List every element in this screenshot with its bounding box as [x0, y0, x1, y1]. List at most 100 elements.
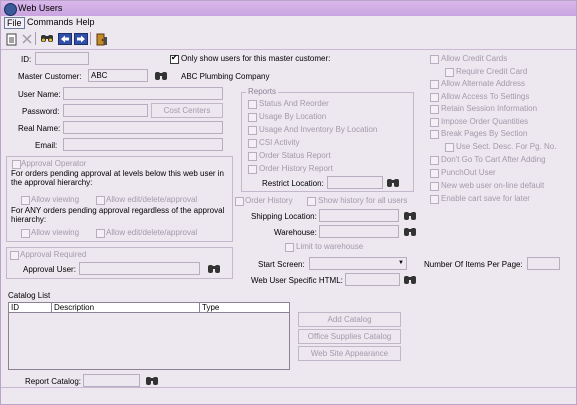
shipping-location-field[interactable] [319, 209, 399, 222]
approval-any-text: For ANY orders pending approval regardle… [11, 206, 225, 224]
start-screen-label: Start Screen: [258, 260, 305, 269]
option-label-7: Break Pages By Section [441, 129, 528, 138]
master-customer-lookup-icon[interactable] [155, 71, 167, 81]
option-checkbox-8[interactable] [445, 143, 454, 152]
column-header-type[interactable]: Type [200, 303, 289, 313]
menu-commands[interactable]: Commands [27, 17, 73, 27]
column-header-id[interactable]: ID [9, 303, 52, 313]
report-catalog-lookup-icon[interactable] [146, 376, 158, 386]
order-history-checkbox[interactable] [235, 197, 244, 206]
exit-door-icon[interactable] [94, 31, 110, 47]
cost-centers-button[interactable]: Cost Centers [151, 103, 223, 118]
restrict-location-lookup-icon[interactable] [387, 178, 399, 188]
items-per-page-label: Number Of Items Per Page: [424, 260, 523, 269]
only-show-checkbox[interactable] [170, 53, 179, 64]
option-label-10: PunchOut User [441, 168, 496, 177]
option-label-5: Retain Session Information [441, 104, 538, 113]
warehouse-lookup-icon[interactable] [404, 227, 416, 237]
master-customer-label: Master Customer: [18, 72, 82, 81]
id-field[interactable] [35, 52, 89, 65]
web-site-appearance-button[interactable]: Web Site Appearance [298, 346, 401, 361]
app-icon [4, 3, 17, 16]
menu-help[interactable]: Help [76, 17, 95, 27]
show-history-all-label: Show history for all users [318, 196, 408, 205]
catalog-list-label: Catalog List [8, 291, 51, 300]
web-user-html-field[interactable] [345, 273, 400, 286]
items-per-page-field[interactable] [527, 257, 560, 270]
add-catalog-button[interactable]: Add Catalog [298, 312, 401, 327]
reports-group: Reports Status And Reorder Usage By Loca… [241, 87, 414, 192]
next-arrow-icon[interactable] [73, 31, 89, 47]
any-allow-edit-label: Allow edit/delete/approval [106, 228, 198, 237]
menu-bar: File Commands Help [1, 16, 576, 29]
warehouse-field[interactable] [319, 225, 399, 238]
title-bar: Web Users [1, 1, 576, 16]
user-name-label: User Name: [18, 90, 61, 99]
option-checkbox-1[interactable] [430, 55, 439, 64]
any-allow-viewing-checkbox[interactable] [21, 229, 30, 238]
report-label-3: Usage And Inventory By Location [259, 125, 378, 134]
option-checkbox-10[interactable] [430, 169, 439, 178]
option-label-12: Enable cart save for later [441, 194, 530, 203]
toolbar-separator [35, 32, 36, 45]
limit-to-warehouse-label: Limit to warehouse [296, 242, 364, 251]
previous-arrow-icon[interactable] [57, 31, 73, 47]
option-checkbox-9[interactable] [430, 156, 439, 165]
option-checkbox-6[interactable] [430, 118, 439, 127]
any-allow-edit-checkbox[interactable] [96, 229, 105, 238]
real-name-field[interactable] [63, 121, 223, 134]
limit-to-warehouse-checkbox[interactable] [285, 243, 294, 252]
approval-required-checkbox[interactable] [10, 251, 19, 260]
option-checkbox-4[interactable] [430, 93, 439, 102]
option-checkbox-5[interactable] [430, 105, 439, 114]
approval-user-field[interactable] [79, 262, 200, 275]
order-history-label: Order History [245, 196, 293, 205]
email-field[interactable] [63, 138, 223, 151]
office-supplies-catalog-button[interactable]: Office Supplies Catalog [298, 329, 401, 344]
show-history-all-checkbox[interactable] [307, 197, 316, 206]
levels-allow-viewing-checkbox[interactable] [21, 196, 30, 205]
levels-allow-viewing-label: Allow viewing [31, 195, 80, 204]
toolbar [1, 30, 576, 48]
only-show-label: Only show users for this master customer… [181, 54, 331, 63]
any-allow-viewing-label: Allow viewing [31, 228, 80, 237]
report-checkbox-3[interactable] [248, 126, 257, 135]
web-user-html-label: Web User Specific HTML: [251, 276, 343, 285]
start-screen-select[interactable]: ▼ [309, 257, 407, 270]
menu-file[interactable]: File [4, 17, 25, 29]
find-icon[interactable] [39, 31, 55, 47]
option-checkbox-7[interactable] [430, 130, 439, 139]
levels-allow-edit-checkbox[interactable] [96, 196, 105, 205]
option-checkbox-3[interactable] [430, 80, 439, 89]
chevron-down-icon[interactable]: ▼ [397, 259, 405, 268]
report-catalog-field[interactable] [83, 374, 140, 387]
web-user-html-lookup-icon[interactable] [404, 275, 416, 285]
shipping-location-lookup-icon[interactable] [404, 211, 416, 221]
report-catalog-label: Report Catalog: [25, 377, 82, 386]
approval-user-lookup-icon[interactable] [208, 264, 220, 274]
report-label-5: Order Status Report [259, 151, 331, 160]
report-checkbox-1[interactable] [248, 100, 257, 109]
delete-icon[interactable] [19, 31, 35, 47]
report-label-4: CSI Activity [259, 138, 300, 147]
report-checkbox-6[interactable] [248, 165, 257, 174]
approval-operator-checkbox[interactable] [12, 160, 21, 169]
user-name-field[interactable] [63, 87, 223, 100]
option-checkbox-12[interactable] [430, 195, 439, 204]
approval-operator-label: Approval Operator [21, 159, 87, 168]
restrict-location-field[interactable] [327, 176, 383, 189]
master-customer-field[interactable]: ABC [88, 69, 148, 82]
option-checkbox-11[interactable] [430, 182, 439, 191]
column-header-description[interactable]: Description [52, 303, 200, 313]
catalog-list-grid[interactable]: ID Description Type [8, 302, 290, 370]
report-checkbox-4[interactable] [248, 139, 257, 148]
shipping-location-label: Shipping Location: [251, 212, 317, 221]
restrict-location-label: Restrict Location: [262, 179, 324, 188]
report-checkbox-5[interactable] [248, 152, 257, 161]
option-checkbox-2[interactable] [445, 68, 454, 77]
report-checkbox-2[interactable] [248, 113, 257, 122]
option-label-2: Require Credit Card [456, 67, 528, 76]
approval-group: Approval Operator For orders pending app… [6, 156, 233, 242]
password-field[interactable] [63, 104, 148, 117]
new-record-icon[interactable] [4, 31, 20, 47]
